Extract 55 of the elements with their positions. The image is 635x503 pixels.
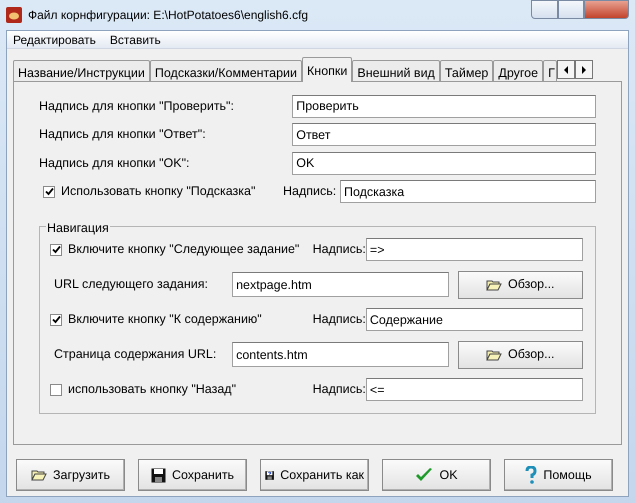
window-title: Файл корнфигурации: E:\HotPotatoes6\english6.cfg — [28, 7, 308, 24]
checkbox[interactable] — [50, 384, 62, 396]
question-mark-icon — [525, 466, 538, 484]
caption-label: Надпись: — [283, 183, 338, 200]
browse-button[interactable]: Обзор... — [458, 270, 583, 298]
field-label: Надпись для кнопки "Ответ": — [39, 126, 207, 144]
checkbox[interactable] — [43, 186, 55, 198]
input-field[interactable]: Ответ — [292, 123, 596, 146]
tab[interactable]: Название/Инструкции — [13, 60, 150, 82]
app-icon — [6, 7, 22, 23]
ok-button[interactable]: OK — [382, 459, 491, 491]
menu-item[interactable]: Вставить — [110, 30, 161, 48]
url-label: Страница содержания URL: — [53, 346, 218, 364]
scroll-left-button[interactable] — [556, 60, 575, 79]
tab[interactable]: Внешний вид — [352, 60, 440, 82]
caption-label: Надпись: — [312, 241, 366, 258]
tab[interactable]: Другое — [493, 60, 544, 82]
input-field[interactable]: OK — [292, 152, 596, 175]
scroll-right-button[interactable] — [574, 60, 593, 79]
checkbox-label[interactable]: Использовать кнопку "Подсказка" — [61, 182, 283, 201]
input-field[interactable]: contents.htm — [232, 342, 449, 367]
input-field[interactable]: <= — [366, 378, 583, 401]
tab[interactable]: Г — [543, 60, 557, 82]
checkmark-icon — [415, 467, 434, 483]
tab[interactable]: Кнопки — [302, 57, 352, 82]
minimize-button[interactable] — [531, 0, 558, 19]
input-field[interactable]: Подсказка — [340, 180, 596, 203]
folder-icon — [30, 469, 47, 481]
tab[interactable]: Таймер — [440, 60, 494, 82]
field-label: Надпись для кнопки "OK": — [39, 154, 191, 172]
checkbox-label[interactable]: использовать кнопку "Назад" — [68, 380, 313, 399]
caption-label: Надпись: — [312, 381, 366, 398]
field-label: Надпись для кнопки "Проверить": — [39, 98, 235, 115]
input-field[interactable]: => — [366, 238, 583, 261]
tab[interactable]: Подсказки/Комментарии — [150, 60, 302, 82]
browse-button[interactable]: Обзор... — [458, 340, 583, 368]
folder-icon — [486, 348, 502, 360]
url-label: URL следующего задания: — [53, 276, 210, 294]
action-button[interactable]: Сохранить как — [260, 459, 369, 491]
input-field[interactable]: Проверить — [292, 94, 596, 118]
maximize-button[interactable] — [558, 0, 584, 19]
folder-icon — [486, 278, 502, 290]
checkbox[interactable] — [50, 314, 62, 326]
menu-item[interactable]: Редактировать — [13, 30, 96, 48]
input-field[interactable]: Содержание — [366, 308, 583, 331]
input-field[interactable]: nextpage.htm — [232, 272, 449, 297]
checkbox[interactable] — [50, 244, 62, 256]
action-button[interactable]: Сохранить — [138, 459, 247, 491]
right-arrow-icon — [580, 64, 588, 76]
action-button[interactable]: Помощь — [504, 459, 613, 491]
caption-label: Надпись: — [312, 311, 366, 328]
checkbox-label[interactable]: Включите кнопку "Следующее задание" — [68, 240, 313, 259]
action-button[interactable]: Загрузить — [16, 459, 125, 491]
left-arrow-icon — [562, 64, 570, 76]
checkbox-label[interactable]: Включите кнопку "К содержанию" — [68, 310, 313, 329]
